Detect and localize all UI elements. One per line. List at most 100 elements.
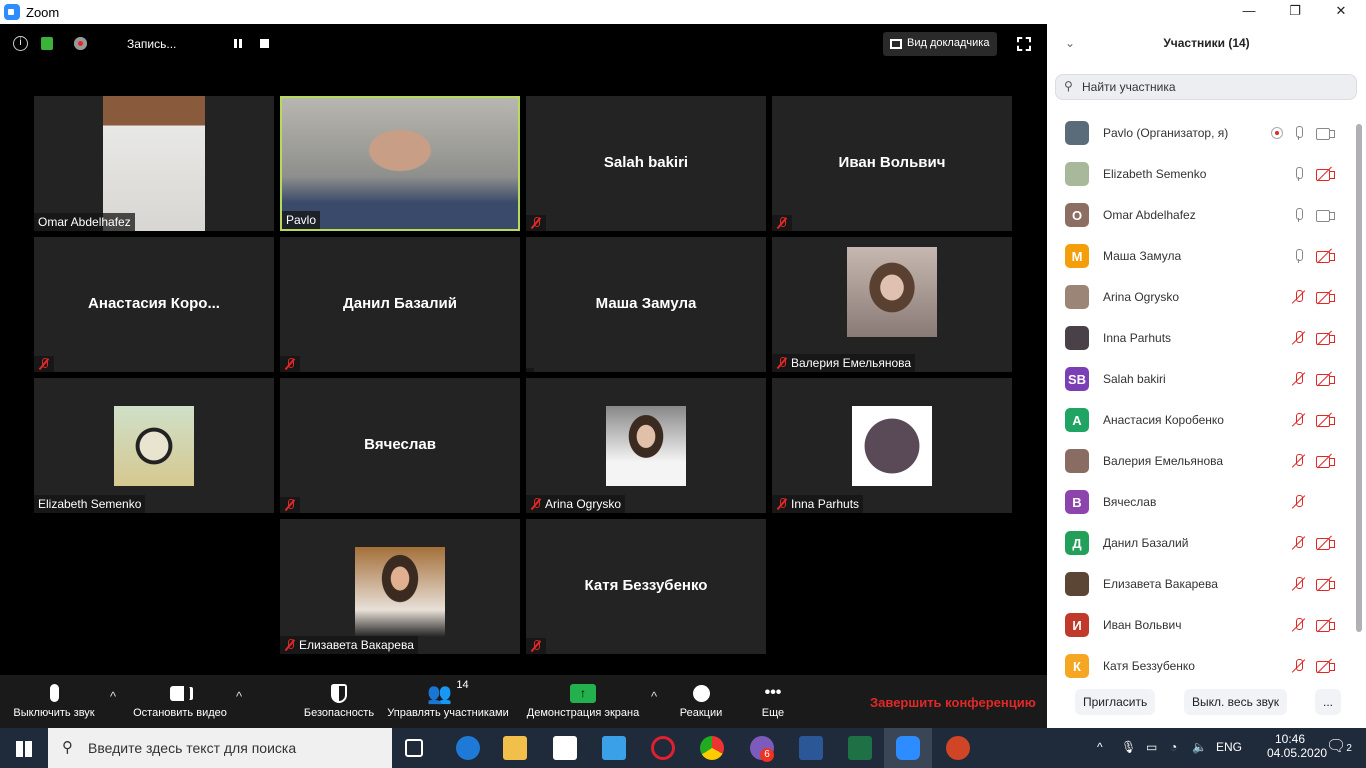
notifications-icon[interactable]: 🗨2 (1326, 736, 1352, 756)
panel-more-button[interactable]: ... (1315, 689, 1342, 715)
powerpoint-icon[interactable] (946, 736, 970, 760)
excel-icon[interactable] (848, 736, 872, 760)
video-off-icon[interactable] (1315, 330, 1335, 346)
share-screen-button[interactable]: ↑ Демонстрация экрана (520, 679, 646, 719)
pause-recording-icon[interactable] (234, 39, 242, 48)
task-view-icon[interactable] (405, 739, 423, 757)
participant-row[interactable]: Валерия Емельянова (1065, 446, 1335, 476)
video-off-icon[interactable] (1315, 453, 1335, 469)
muted-mic-icon[interactable] (1289, 453, 1309, 469)
video-tile[interactable]: Иван Вольвич (772, 96, 1012, 231)
info-icon[interactable]: i (13, 36, 28, 51)
video-off-icon[interactable] (1315, 617, 1335, 633)
participant-row[interactable]: И Иван Вольвич (1065, 610, 1335, 640)
muted-mic-icon[interactable] (1289, 658, 1309, 674)
chrome-icon[interactable] (700, 736, 724, 760)
volume-icon[interactable]: 🔈 (1192, 740, 1207, 754)
taskbar-search-input[interactable]: ⚲ Введите здесь текст для поиска (48, 728, 392, 768)
video-tile[interactable]: Валерия Емельянова (772, 237, 1012, 372)
windows-start-icon[interactable] (16, 741, 32, 757)
video-tile[interactable]: Omar Abdelhafez (34, 96, 274, 231)
participant-row[interactable]: SB Salah bakiri (1065, 364, 1335, 394)
mail-icon[interactable] (602, 736, 626, 760)
clock[interactable]: 10:46 04.05.2020 (1267, 732, 1327, 760)
encryption-lock-icon[interactable] (41, 37, 53, 50)
manage-participants-button[interactable]: 👥 14 Управлять участниками (380, 679, 516, 719)
mute-button[interactable]: Выключить звук (4, 679, 104, 719)
edge-icon[interactable] (456, 736, 480, 760)
video-off-icon[interactable] (1315, 248, 1335, 264)
muted-mic-icon[interactable] (1289, 412, 1309, 428)
tray-overflow-icon[interactable]: ^ (1097, 740, 1103, 754)
battery-icon[interactable]: ▭ (1146, 740, 1157, 754)
mic-icon[interactable] (1289, 248, 1309, 264)
video-tile[interactable]: Данил Базалий (280, 237, 520, 372)
video-tile[interactable]: Elizabeth Semenko (34, 378, 274, 513)
maximize-button[interactable]: ❐ (1272, 0, 1318, 24)
mic-icon[interactable] (1289, 166, 1309, 182)
word-icon[interactable] (799, 736, 823, 760)
participant-row[interactable]: К Катя Беззубенко (1065, 651, 1335, 681)
audio-options-caret-icon[interactable]: ^ (110, 689, 116, 704)
participant-row[interactable]: А Анастасия Коробенко (1065, 405, 1335, 435)
video-tile[interactable]: Salah bakiri (526, 96, 766, 231)
participant-search-input[interactable]: ⚲ Найти участника (1055, 74, 1357, 100)
muted-mic-icon[interactable] (1289, 330, 1309, 346)
invite-button[interactable]: Пригласить (1075, 689, 1156, 715)
video-off-icon[interactable] (1315, 535, 1335, 551)
viber-icon[interactable]: 6 (750, 736, 774, 762)
end-meeting-button[interactable]: Завершить конференцию (870, 695, 1036, 710)
video-off-icon[interactable] (1315, 289, 1335, 305)
more-button[interactable]: ••• Еще (748, 679, 798, 719)
no-video-placeholder[interactable] (1315, 494, 1335, 510)
mute-all-button[interactable]: Выкл. весь звук (1184, 689, 1288, 715)
participant-row[interactable]: M Маша Замула (1065, 241, 1335, 271)
muted-mic-icon[interactable] (1289, 371, 1309, 387)
participant-row[interactable]: Pavlo (Организатор, я) (1065, 118, 1335, 148)
muted-mic-icon[interactable] (1289, 535, 1309, 551)
muted-mic-icon[interactable] (1289, 289, 1309, 305)
language-indicator[interactable]: ENG (1216, 740, 1242, 754)
video-off-icon[interactable] (1315, 166, 1335, 182)
video-icon[interactable] (1315, 125, 1335, 141)
video-tile[interactable]: Елизавета Вакарева (280, 519, 520, 654)
muted-mic-icon[interactable] (1289, 617, 1309, 633)
video-tile[interactable]: Inna Parhuts (772, 378, 1012, 513)
wifi-icon[interactable]: ◔ (1170, 740, 1177, 754)
video-off-icon[interactable] (1315, 412, 1335, 428)
muted-mic-icon[interactable] (1289, 576, 1309, 592)
stop-recording-icon[interactable] (260, 39, 269, 48)
video-tile[interactable]: Маша Замула (526, 237, 766, 372)
speaker-view-button[interactable]: Вид докладчика (883, 32, 998, 56)
close-button[interactable]: ✕ (1318, 0, 1364, 24)
video-off-icon[interactable] (1315, 658, 1335, 674)
share-options-caret-icon[interactable]: ^ (651, 689, 657, 704)
video-tile[interactable]: Pavlo (280, 96, 520, 231)
video-options-caret-icon[interactable]: ^ (236, 689, 242, 704)
muted-mic-icon[interactable] (1289, 494, 1309, 510)
video-off-icon[interactable] (1315, 576, 1335, 592)
security-button[interactable]: Безопасность (300, 679, 378, 719)
participant-row[interactable]: Elizabeth Semenko (1065, 159, 1335, 189)
video-tile[interactable]: Анастасия Коро... (34, 237, 274, 372)
participant-row[interactable]: Елизавета Вакарева (1065, 569, 1335, 599)
zoom-taskbar-active[interactable] (884, 728, 932, 768)
file-explorer-icon[interactable] (503, 736, 527, 760)
video-icon[interactable] (1315, 207, 1335, 223)
mic-icon[interactable] (1289, 207, 1309, 223)
opera-icon[interactable] (651, 736, 675, 760)
minimize-button[interactable]: — (1226, 0, 1272, 24)
fullscreen-icon[interactable] (1017, 37, 1031, 51)
participant-row[interactable]: Д Данил Базалий (1065, 528, 1335, 558)
participant-row[interactable]: O Omar Abdelhafez (1065, 200, 1335, 230)
participant-row[interactable]: В Вячеслав (1065, 487, 1335, 517)
video-tile[interactable]: Катя Беззубенко (526, 519, 766, 654)
mic-icon[interactable] (1289, 125, 1309, 141)
video-off-icon[interactable] (1315, 371, 1335, 387)
stop-video-button[interactable]: Остановить видео (128, 679, 232, 719)
video-tile[interactable]: Вячеслав (280, 378, 520, 513)
participant-row[interactable]: Arina Ogrysko (1065, 282, 1335, 312)
store-icon[interactable] (553, 736, 577, 760)
video-tile[interactable]: Arina Ogrysko (526, 378, 766, 513)
reactions-button[interactable]: Реакции (673, 679, 729, 719)
